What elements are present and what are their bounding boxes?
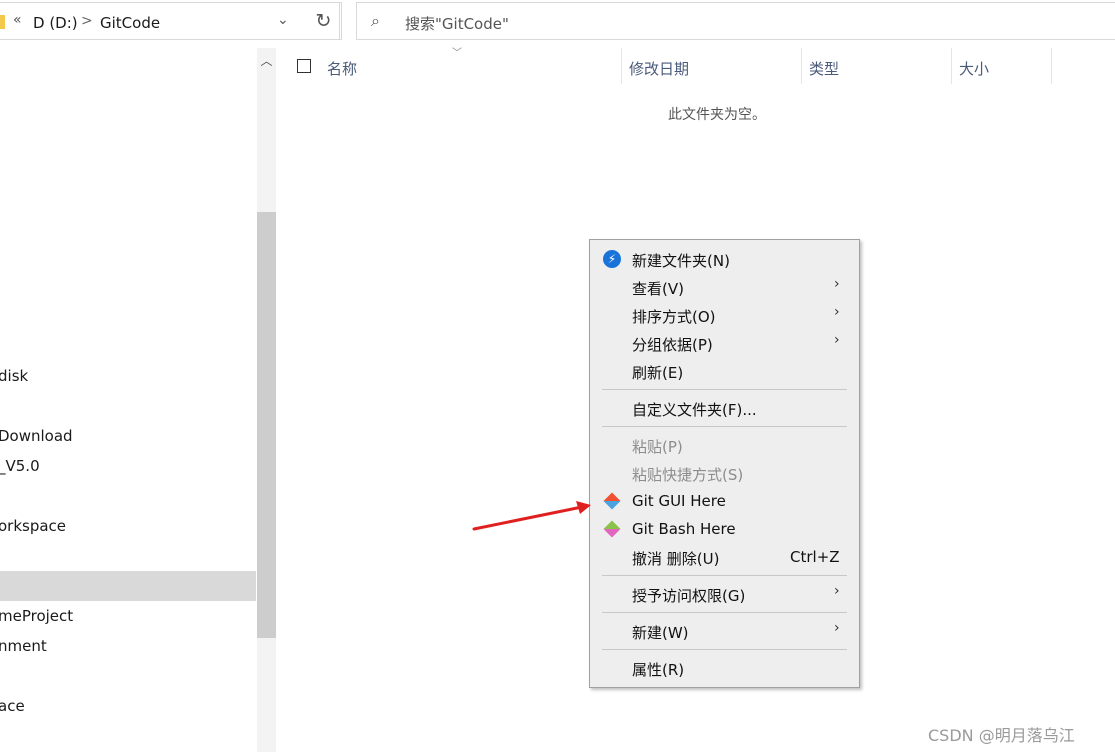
menu-separator — [602, 612, 847, 613]
menu-separator — [602, 426, 847, 427]
git-icon — [603, 520, 621, 538]
sort-indicator-icon: ﹀ — [452, 48, 462, 59]
breadcrumb-folder[interactable]: GitCode — [100, 14, 160, 32]
menu-item-new[interactable]: 新建(W) — [632, 622, 689, 643]
column-header-date[interactable]: 修改日期 — [629, 58, 689, 79]
nav-item[interactable]: Download — [0, 427, 73, 445]
menu-separator — [602, 575, 847, 576]
menu-item-view[interactable]: 查看(V) — [632, 278, 684, 299]
column-divider[interactable] — [621, 48, 622, 84]
menu-separator — [602, 649, 847, 650]
search-icon: ⌕ — [371, 11, 380, 30]
nav-item[interactable]: orkspace — [0, 517, 66, 535]
menu-item-give-access[interactable]: 授予访问权限(G) — [632, 585, 745, 606]
nav-item[interactable]: meProject — [0, 607, 73, 625]
menu-item-group-by[interactable]: 分组依据(P) — [632, 334, 713, 355]
nav-item[interactable]: nment — [0, 637, 47, 655]
column-divider[interactable] — [1051, 48, 1052, 84]
menu-item-paste-shortcut: 粘贴快捷方式(S) — [632, 466, 744, 484]
empty-folder-message: 此文件夹为空。 — [668, 107, 766, 123]
column-divider[interactable] — [801, 48, 802, 84]
menu-item-git-bash-here[interactable]: Git Bash Here — [632, 520, 736, 538]
git-icon — [603, 492, 621, 510]
recent-locations-icon[interactable]: « — [13, 12, 22, 28]
chevron-down-icon[interactable]: ⌄ — [277, 12, 289, 28]
menu-item-undo-delete[interactable]: 撤消 删除(U) — [632, 548, 719, 569]
select-all-checkbox[interactable] — [297, 59, 311, 73]
nav-scrollbar-thumb[interactable] — [257, 212, 276, 638]
breadcrumb-separator-icon[interactable]: > — [81, 13, 93, 29]
menu-item-refresh[interactable]: 刷新(E) — [632, 362, 683, 383]
breadcrumb-drive[interactable]: D (D:) — [33, 14, 78, 32]
column-divider[interactable] — [951, 48, 952, 84]
annotation-arrow — [472, 501, 591, 531]
search-box[interactable]: ⌕ 搜索"GitCode" — [356, 2, 1115, 40]
column-header-type[interactable]: 类型 — [809, 58, 839, 79]
menu-item-new-folder[interactable]: 新建文件夹(N) — [632, 250, 730, 271]
undo-shortcut: Ctrl+Z — [790, 548, 840, 566]
nav-item[interactable]: ace — [0, 697, 25, 715]
column-header-size[interactable]: 大小 — [959, 58, 989, 79]
refresh-button[interactable]: ↻ — [306, 2, 342, 40]
submenu-arrow-icon: › — [834, 304, 840, 320]
menu-item-git-gui-here[interactable]: Git GUI Here — [632, 492, 726, 510]
context-menu: ⚡ 新建文件夹(N) 查看(V) › 排序方式(O) › 分组依据(P) › 刷… — [589, 239, 860, 688]
nav-item[interactable]: _V5.0 — [0, 457, 40, 475]
menu-separator — [602, 389, 847, 390]
column-header-name[interactable]: 名称 — [327, 58, 357, 79]
search-input[interactable]: 搜索"GitCode" — [405, 13, 509, 34]
address-bar[interactable]: « D (D:) > GitCode ⌄ — [0, 2, 340, 40]
menu-item-customize-folder[interactable]: 自定义文件夹(F)... — [632, 399, 757, 420]
menu-item-paste: 粘贴(P) — [632, 438, 683, 456]
nav-selected-row[interactable] — [0, 571, 256, 601]
submenu-arrow-icon: › — [834, 583, 840, 599]
watermark: CSDN @明月落乌江 — [928, 726, 1075, 745]
submenu-arrow-icon: › — [834, 620, 840, 636]
nav-item[interactable]: disk — [0, 367, 28, 385]
scroll-up-icon[interactable]: ︿ — [257, 52, 276, 69]
new-folder-icon: ⚡ — [603, 250, 621, 268]
menu-item-sort-by[interactable]: 排序方式(O) — [632, 306, 716, 327]
submenu-arrow-icon: › — [834, 332, 840, 348]
submenu-arrow-icon: › — [834, 276, 840, 292]
menu-item-properties[interactable]: 属性(R) — [632, 659, 684, 680]
folder-icon — [0, 15, 5, 29]
